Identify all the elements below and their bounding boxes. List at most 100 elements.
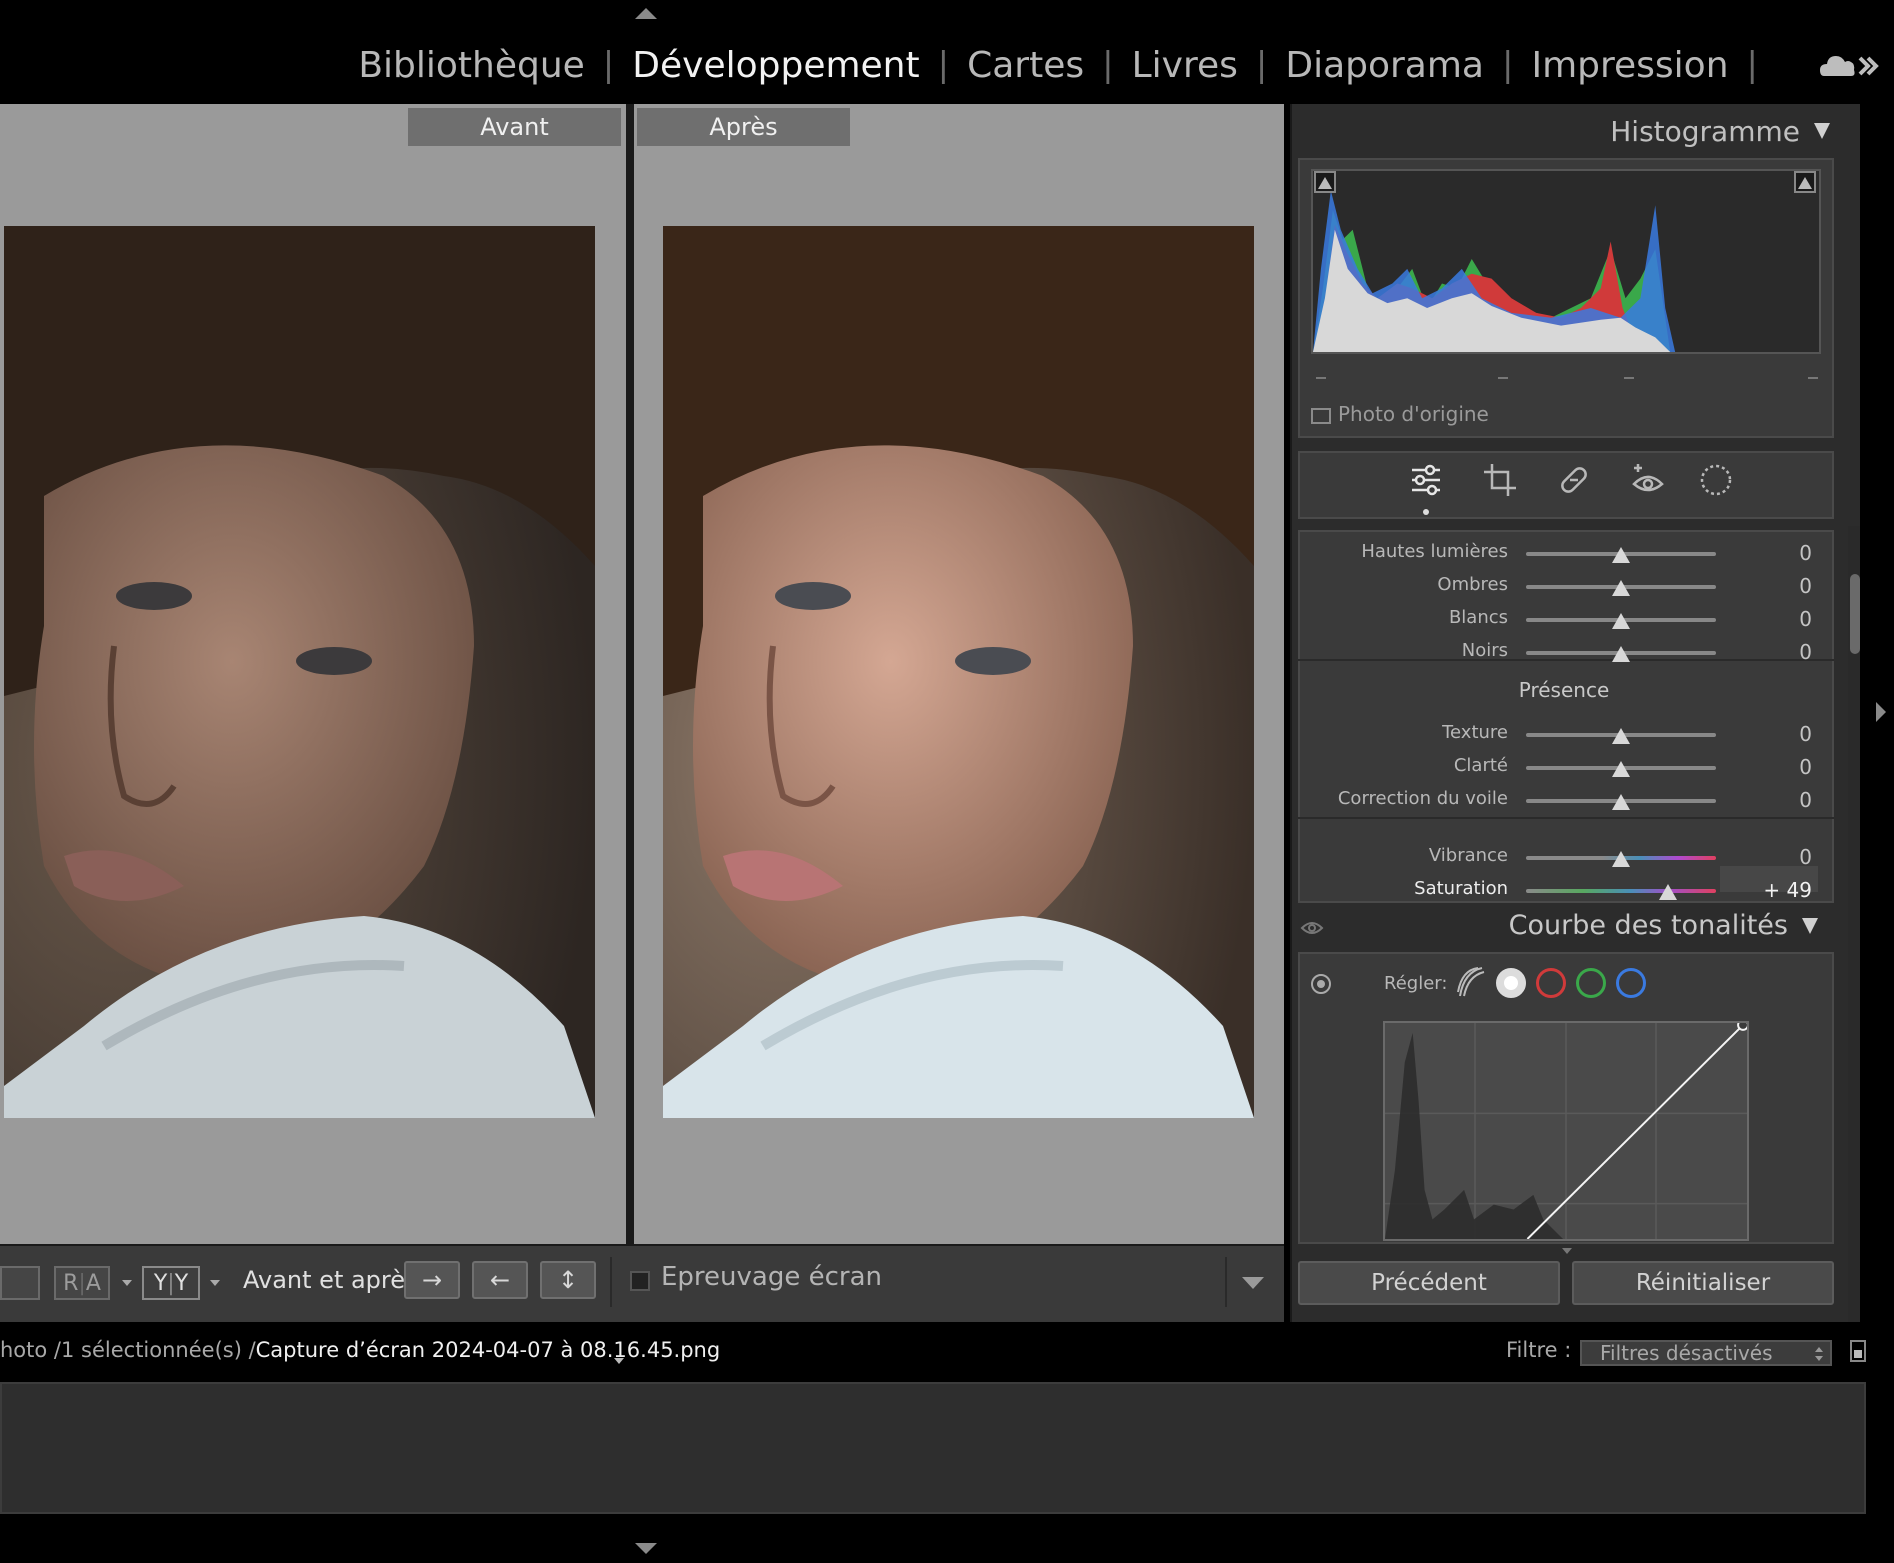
tone-curve-graph[interactable] [1383, 1021, 1749, 1241]
module-map[interactable]: Cartes [965, 45, 1086, 86]
before-after-ra-button[interactable]: R | A [54, 1266, 110, 1300]
slider-correction-du-voile[interactable]: Correction du voile 0 [0, 788, 1840, 818]
module-library[interactable]: Bibliothèque [356, 45, 586, 86]
slider-label: Correction du voile [1337, 788, 1508, 809]
swap-before-after-button[interactable]: ↕ [540, 1261, 596, 1299]
crop-icon[interactable] [1482, 462, 1518, 498]
module-develop[interactable]: Développement [630, 45, 921, 86]
yy-left-glyph: Y [153, 1270, 168, 1296]
slider-saturation[interactable]: Saturation + 49 [0, 878, 1840, 908]
filmstrip[interactable] [0, 1382, 1866, 1514]
before-after-yy-button[interactable]: Y | Y [142, 1266, 200, 1300]
slider-value[interactable]: 0 [1799, 845, 1812, 869]
redeye-icon[interactable] [1630, 462, 1666, 498]
tone-curve-title-wrap: Courbe des tonalités [1509, 910, 1818, 941]
masking-icon[interactable] [1698, 462, 1734, 498]
copy-after-to-before-button[interactable]: ← [472, 1261, 528, 1299]
collapse-right-panel-icon[interactable] [1876, 702, 1886, 722]
hist-tick [1316, 377, 1326, 379]
swap-icon: ↕ [557, 1266, 579, 1294]
slider-value[interactable]: + 49 [1763, 878, 1812, 902]
presence-title: Présence [1518, 678, 1610, 702]
cloud-sync-icon[interactable] [1818, 48, 1880, 82]
current-filename[interactable]: Capture d’écran 2024-04-07 à 08.16.45.pn… [256, 1338, 721, 1362]
soft-proof-checkbox[interactable] [630, 1271, 650, 1291]
collapse-filmstrip-icon[interactable] [635, 1543, 657, 1554]
toolbar-divider [1225, 1257, 1227, 1307]
highlight-clipping-icon[interactable] [1794, 171, 1816, 193]
targeted-adjustment-icon[interactable] [1311, 974, 1331, 994]
slider-value[interactable]: 0 [1799, 722, 1812, 746]
module-separator: | [1502, 45, 1514, 85]
module-picker: Bibliothèque | Développement | Cartes | … [356, 38, 1774, 92]
slider-thumb[interactable] [1612, 613, 1630, 629]
curve-channel-red-icon[interactable] [1536, 968, 1566, 998]
slider-value[interactable]: 0 [1799, 640, 1812, 664]
soft-proof-label: Epreuvage écran [661, 1262, 882, 1292]
reset-button[interactable]: Réinitialiser [1572, 1261, 1834, 1305]
slider-ombres[interactable]: Ombres 0 [0, 574, 1840, 604]
module-slideshow[interactable]: Diaporama [1283, 45, 1486, 86]
slider-label: Hautes lumières [1361, 541, 1508, 562]
collapse-triangle-icon [1814, 123, 1830, 139]
module-separator: | [1102, 45, 1114, 85]
module-print[interactable]: Impression [1529, 45, 1730, 86]
ra-dropdown-icon[interactable] [122, 1280, 132, 1286]
tone-curve-title: Courbe des tonalités [1508, 910, 1788, 941]
hist-tick [1624, 377, 1634, 379]
slider-value[interactable]: 0 [1799, 574, 1812, 598]
slider-thumb[interactable] [1612, 580, 1630, 596]
previous-button[interactable]: Précédent [1298, 1261, 1560, 1305]
slider-blancs[interactable]: Blancs 0 [0, 607, 1840, 637]
slider-value[interactable]: 0 [1799, 541, 1812, 565]
slider-thumb[interactable] [1612, 851, 1630, 867]
slider-value[interactable]: 0 [1799, 607, 1812, 631]
slider-track[interactable] [1526, 889, 1716, 893]
collapse-top-panel-icon[interactable] [635, 8, 657, 19]
slider-clarte[interactable]: Clarté 0 [0, 755, 1840, 785]
slider-vibrance[interactable]: Vibrance 0 [0, 845, 1840, 875]
toolbar-menu-icon[interactable] [1242, 1277, 1264, 1289]
module-book[interactable]: Livres [1130, 45, 1240, 86]
filter-select[interactable]: Filtres désactivés [1580, 1340, 1832, 1366]
slider-label: Blancs [1448, 607, 1508, 628]
curve-channel-green-icon[interactable] [1576, 968, 1606, 998]
healing-icon[interactable] [1556, 462, 1592, 498]
curve-channel-blue-icon[interactable] [1616, 968, 1646, 998]
slider-value[interactable]: 0 [1799, 755, 1812, 779]
slider-thumb[interactable] [1658, 884, 1677, 900]
slider-noirs[interactable]: Noirs 0 [0, 640, 1840, 670]
parametric-curve-icon[interactable] [1456, 966, 1486, 998]
slider-hautes-lumieres[interactable]: Hautes lumières 0 [0, 541, 1840, 571]
module-separator: | [937, 45, 950, 85]
ra-left-glyph: R [63, 1270, 79, 1296]
slider-label: Ombres [1437, 574, 1508, 595]
slider-thumb[interactable] [1612, 794, 1630, 810]
after-photo[interactable] [663, 226, 1254, 1118]
loupe-view-button[interactable] [0, 1266, 40, 1300]
original-photo-checkbox[interactable] [1311, 408, 1331, 424]
filename-dropdown-icon[interactable] [614, 1358, 624, 1364]
ra-divider: | [78, 1270, 86, 1296]
histogram-header[interactable]: Histogramme [1300, 108, 1830, 154]
hist-tick [1498, 377, 1508, 379]
copy-before-to-after-button[interactable]: → [404, 1261, 460, 1299]
slider-thumb[interactable] [1612, 646, 1630, 662]
histogram-graph[interactable] [1311, 169, 1821, 354]
shadow-clipping-icon[interactable] [1314, 171, 1336, 193]
visibility-eye-icon[interactable] [1300, 920, 1324, 936]
slider-thumb[interactable] [1612, 761, 1630, 777]
module-separator: | [602, 45, 615, 85]
sliders-icon[interactable] [1408, 462, 1444, 498]
panel-scrollbar-thumb[interactable] [1850, 574, 1860, 654]
slider-thumb[interactable] [1612, 728, 1630, 744]
curve-expand-icon[interactable] [1562, 1248, 1572, 1254]
before-photo[interactable] [4, 226, 595, 1118]
yy-dropdown-icon[interactable] [210, 1280, 220, 1286]
tone-curve-header[interactable]: Courbe des tonalités [1298, 910, 1834, 950]
slider-thumb[interactable] [1612, 547, 1630, 563]
filter-lock-icon[interactable] [1850, 1340, 1866, 1362]
slider-value[interactable]: 0 [1799, 788, 1812, 812]
slider-texture[interactable]: Texture 0 [0, 722, 1840, 752]
curve-channel-point-white-icon[interactable] [1496, 968, 1526, 998]
